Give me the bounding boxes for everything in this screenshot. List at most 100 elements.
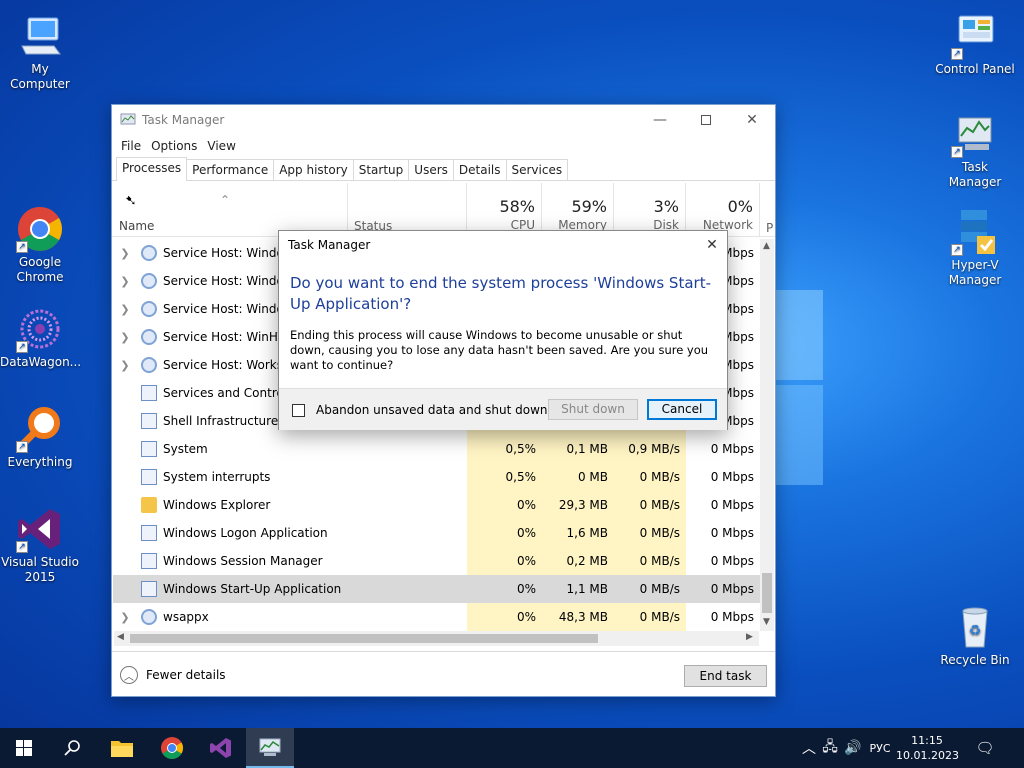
desktop-icon-task-manager[interactable]: ↗ Task Manager: [935, 110, 1015, 190]
taskbar-chrome[interactable]: [148, 728, 196, 768]
desktop-icon-label: Everything: [7, 455, 73, 469]
table-row[interactable]: Windows Explorer 0% 29,3 MB 0 MB/s 0 Mbps: [113, 491, 760, 519]
desktop-icon-visual-studio[interactable]: ↗ Visual Studio 2015: [0, 505, 80, 585]
menu-view[interactable]: View: [202, 139, 240, 153]
column-status[interactable]: Status: [348, 183, 467, 237]
desktop-icon-control-panel[interactable]: ↗ Control Panel: [935, 12, 1015, 77]
title-bar[interactable]: Task Manager — ✕: [112, 105, 775, 135]
search-icon: [64, 740, 80, 756]
menu-file[interactable]: File: [116, 139, 146, 153]
column-cpu[interactable]: 58% CPU: [467, 183, 542, 237]
abandon-checkbox-label[interactable]: Abandon unsaved data and shut down.: [316, 403, 551, 417]
network-cell: 0 Mbps: [710, 582, 754, 596]
language-indicator[interactable]: РУС: [864, 742, 896, 755]
table-row[interactable]: ❯ wsappx 0% 48,3 MB 0 MB/s 0 Mbps: [113, 603, 760, 631]
start-button[interactable]: [0, 728, 48, 768]
expand-chevron-icon[interactable]: ❯: [113, 611, 137, 624]
desktop-icon-chrome[interactable]: ↗ Google Chrome: [0, 205, 80, 285]
dialog-close-button[interactable]: ✕: [699, 233, 725, 257]
tab-app-history[interactable]: App history: [273, 159, 354, 180]
window-title: Task Manager: [142, 113, 225, 127]
disk-cell: 0 MB/s: [639, 582, 680, 596]
desktop-icon-datawagon[interactable]: ↗ DataWagon...: [0, 305, 81, 370]
column-name[interactable]: Name: [112, 183, 348, 237]
expand-chevron-icon[interactable]: ❯: [113, 275, 137, 288]
column-header: ⌃ ➷ Name Status 58% CPU 59% Memory 3% Di…: [112, 183, 775, 237]
service-gear-icon: [141, 329, 157, 345]
desktop-icon-everything[interactable]: ↗ Everything: [0, 405, 80, 470]
dialog-footer: Abandon unsaved data and shut down. Shut…: [279, 388, 727, 430]
cancel-button[interactable]: Cancel: [647, 399, 717, 420]
minimize-icon: —: [653, 112, 667, 128]
service-gear-icon: [141, 357, 157, 373]
expand-chevron-icon[interactable]: ❯: [113, 303, 137, 316]
cpu-percent: 58%: [499, 197, 535, 216]
column-memory[interactable]: 59% Memory: [542, 183, 614, 237]
table-row[interactable]: System 0,5% 0,1 MB 0,9 MB/s 0 Mbps: [113, 435, 760, 463]
network-icon[interactable]: 🖧: [818, 736, 842, 760]
table-row[interactable]: Windows Logon Application 0% 1,6 MB 0 MB/s 0…: [113, 519, 760, 547]
network-cell: 0 Mbps: [710, 526, 754, 540]
chevron-up-circle-icon: ︿: [120, 666, 138, 684]
tab-performance[interactable]: Performance: [186, 159, 275, 180]
taskbar-file-explorer[interactable]: [98, 728, 146, 768]
show-hidden-icons-chevron-icon[interactable]: ︿: [800, 738, 818, 758]
volume-icon[interactable]: 🔊: [842, 740, 864, 756]
vertical-scrollbar[interactable]: ▲ ▼: [760, 239, 774, 631]
app-window-icon: [141, 385, 157, 401]
app-window-icon: [141, 581, 157, 597]
cpu-cell: 0%: [516, 582, 536, 596]
expand-chevron-icon[interactable]: ❯: [113, 331, 137, 344]
taskbar-task-manager[interactable]: [246, 728, 294, 768]
tab-services[interactable]: Services: [505, 159, 569, 180]
app-window-icon: [141, 441, 157, 457]
memory-percent: 59%: [571, 197, 607, 216]
folder-icon: [111, 741, 133, 757]
notifications-icon[interactable]: 🗨: [968, 739, 1002, 757]
abandon-checkbox[interactable]: [292, 404, 305, 417]
magnifier-icon: ↗: [16, 405, 64, 453]
vertical-scroll-thumb[interactable]: [762, 573, 772, 613]
close-icon: ✕: [706, 237, 718, 253]
process-name: System: [163, 442, 208, 456]
desktop-icon-label: Control Panel: [935, 62, 1015, 76]
horizontal-scrollbar[interactable]: ◀ ▶: [114, 631, 759, 646]
service-gear-icon: [141, 245, 157, 261]
menu-options[interactable]: Options: [146, 139, 202, 153]
table-row[interactable]: Windows Start-Up Application 0% 1,1 MB 0 MB…: [113, 575, 760, 603]
network-cell: 0 Mbps: [710, 470, 754, 484]
windows-logo-icon: [16, 740, 32, 756]
horizontal-scroll-thumb[interactable]: [130, 634, 598, 643]
search-button[interactable]: [48, 728, 96, 768]
taskbar-visual-studio[interactable]: [197, 728, 245, 768]
desktop-icon-my-computer[interactable]: My Computer: [0, 12, 80, 92]
desktop-icon-recycle-bin[interactable]: ♻ Recycle Bin: [935, 603, 1015, 668]
tab-startup[interactable]: Startup: [352, 159, 410, 180]
tab-users[interactable]: Users: [408, 159, 454, 180]
tab-details[interactable]: Details: [452, 159, 507, 180]
desktop-icon-hyperv[interactable]: ↗ Hyper-V Manager: [935, 208, 1015, 288]
table-row[interactable]: System interrupts 0,5% 0 MB 0 MB/s 0 Mbps: [113, 463, 760, 491]
cpu-cell: 0%: [467, 547, 542, 575]
clock[interactable]: 11:15 10.01.2023: [896, 733, 959, 763]
shut-down-button[interactable]: Shut down: [548, 399, 638, 420]
fewer-details-button[interactable]: ︿ Fewer details: [120, 666, 226, 684]
tab-bar: Processes Performance App history Startu…: [112, 157, 775, 181]
system-tray: ︿ 🖧 🔊 РУС 11:15 10.01.2023 🗨: [800, 728, 1002, 768]
tab-processes[interactable]: Processes: [116, 157, 188, 181]
expand-chevron-icon[interactable]: ❯: [113, 359, 137, 372]
column-disk[interactable]: 3% Disk: [614, 183, 686, 237]
minimize-button[interactable]: —: [637, 105, 683, 135]
table-row[interactable]: Windows Session Manager 0% 0,2 MB 0 MB/s 0 M…: [113, 547, 760, 575]
memory-cell: 0,2 MB: [542, 547, 614, 575]
maximize-button[interactable]: [683, 105, 729, 135]
column-network[interactable]: 0% Network: [686, 183, 760, 237]
shortcut-arrow-icon: ↗: [951, 48, 963, 60]
close-button[interactable]: ✕: [729, 105, 775, 135]
end-task-button[interactable]: End task: [684, 665, 767, 687]
clock-date: 10.01.2023: [896, 749, 959, 762]
column-power-cut[interactable]: P: [766, 221, 773, 235]
window-footer: ︿ Fewer details End task: [112, 651, 775, 697]
column-name-label: Name: [119, 219, 155, 233]
expand-chevron-icon[interactable]: ❯: [113, 247, 137, 260]
